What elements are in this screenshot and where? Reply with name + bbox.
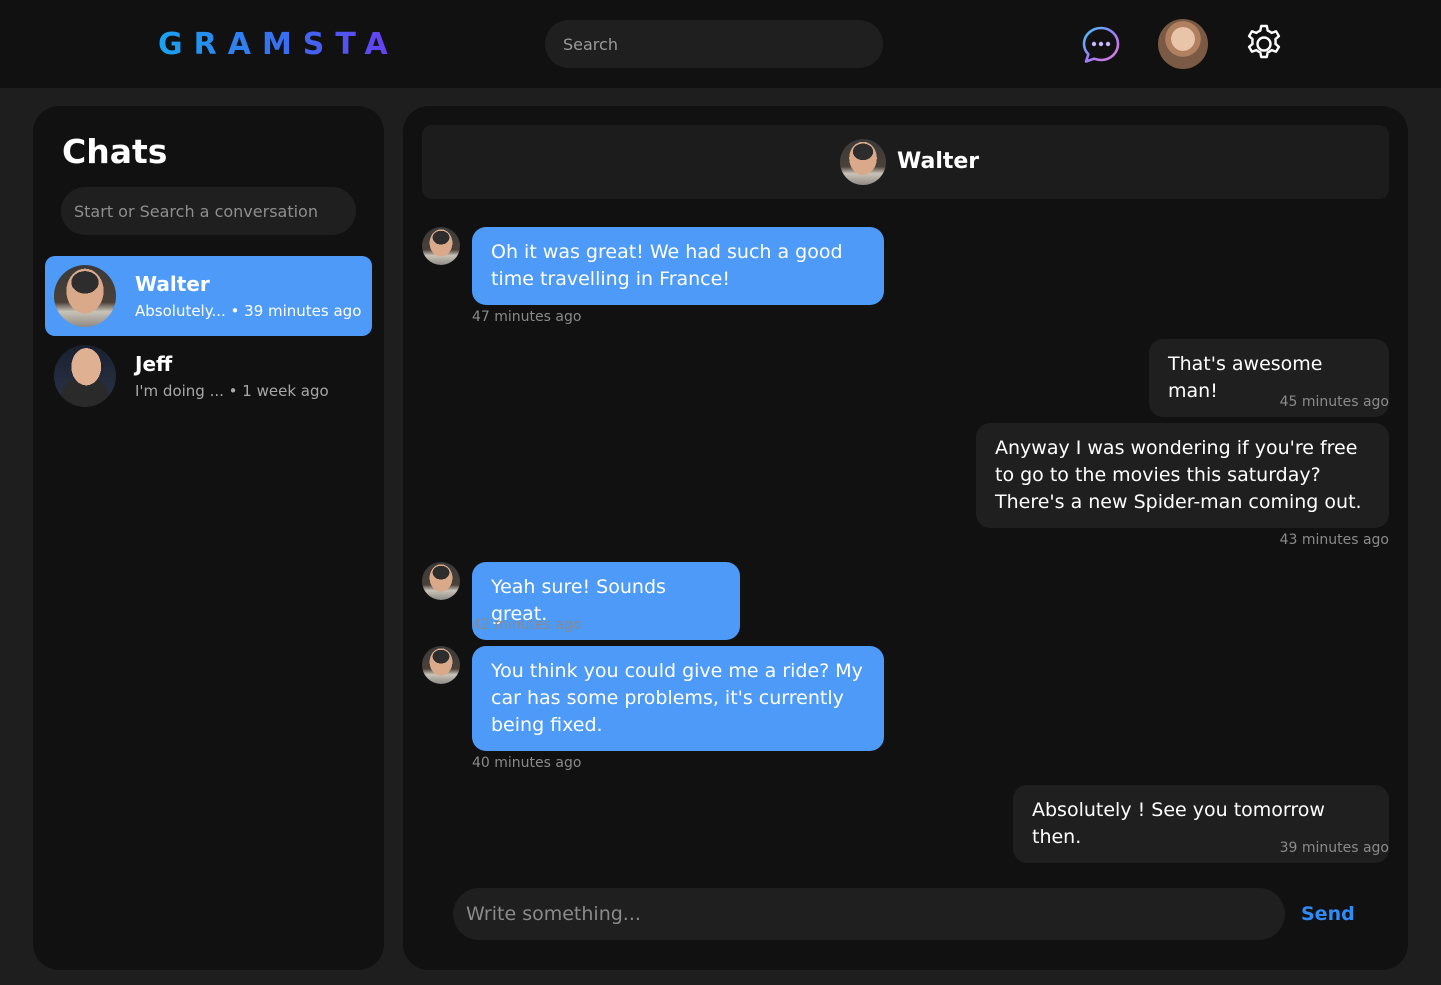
avatar[interactable] xyxy=(840,139,886,185)
chat-item-preview: Absolutely... • 39 minutes ago xyxy=(135,302,362,320)
message-timestamp: 39 minutes ago xyxy=(1279,840,1389,856)
message-input[interactable] xyxy=(453,888,1285,940)
avatar xyxy=(54,345,116,407)
message-bubble-incoming: You think you could give me a ride? My c… xyxy=(472,646,884,751)
chat-item-walter[interactable]: Walter Absolutely... • 39 minutes ago xyxy=(45,256,372,336)
gear-icon[interactable] xyxy=(1242,22,1286,66)
avatar xyxy=(422,646,460,684)
chat-item-preview: I'm doing ... • 1 week ago xyxy=(135,382,329,400)
conversation-search-input[interactable] xyxy=(61,187,356,235)
avatar xyxy=(54,265,116,327)
message-timestamp: 45 minutes ago xyxy=(1279,394,1389,410)
message-timestamp: 47 minutes ago xyxy=(472,309,582,325)
message-timestamp: 42 minutes ago xyxy=(472,617,582,633)
chat-header-name[interactable]: Walter xyxy=(897,147,979,177)
search-input[interactable] xyxy=(545,20,883,68)
sidebar-title: Chats xyxy=(62,132,168,171)
avatar xyxy=(422,227,460,265)
send-button[interactable]: Send xyxy=(1301,898,1355,930)
chat-panel: Walter Oh it was great! We had such a go… xyxy=(403,106,1408,970)
chats-sidebar: Chats Walter Absolutely... • 39 minutes … xyxy=(33,106,384,970)
chat-item-name: Jeff xyxy=(135,352,173,376)
message-timestamp: 40 minutes ago xyxy=(472,755,582,771)
avatar xyxy=(422,562,460,600)
chat-bubble-icon[interactable] xyxy=(1080,24,1122,66)
app-logo[interactable]: GRAMSTA xyxy=(158,26,399,64)
message-bubble-incoming: Oh it was great! We had such a good time… xyxy=(472,227,884,305)
profile-avatar[interactable] xyxy=(1158,19,1208,69)
chat-header: Walter xyxy=(422,125,1389,199)
message-bubble-outgoing: Anyway I was wondering if you're free to… xyxy=(976,423,1389,528)
top-bar: GRAMSTA xyxy=(0,0,1441,88)
chat-item-name: Walter xyxy=(135,272,210,296)
message-timestamp: 43 minutes ago xyxy=(1279,532,1389,548)
chat-item-jeff[interactable]: Jeff I'm doing ... • 1 week ago xyxy=(45,336,372,416)
